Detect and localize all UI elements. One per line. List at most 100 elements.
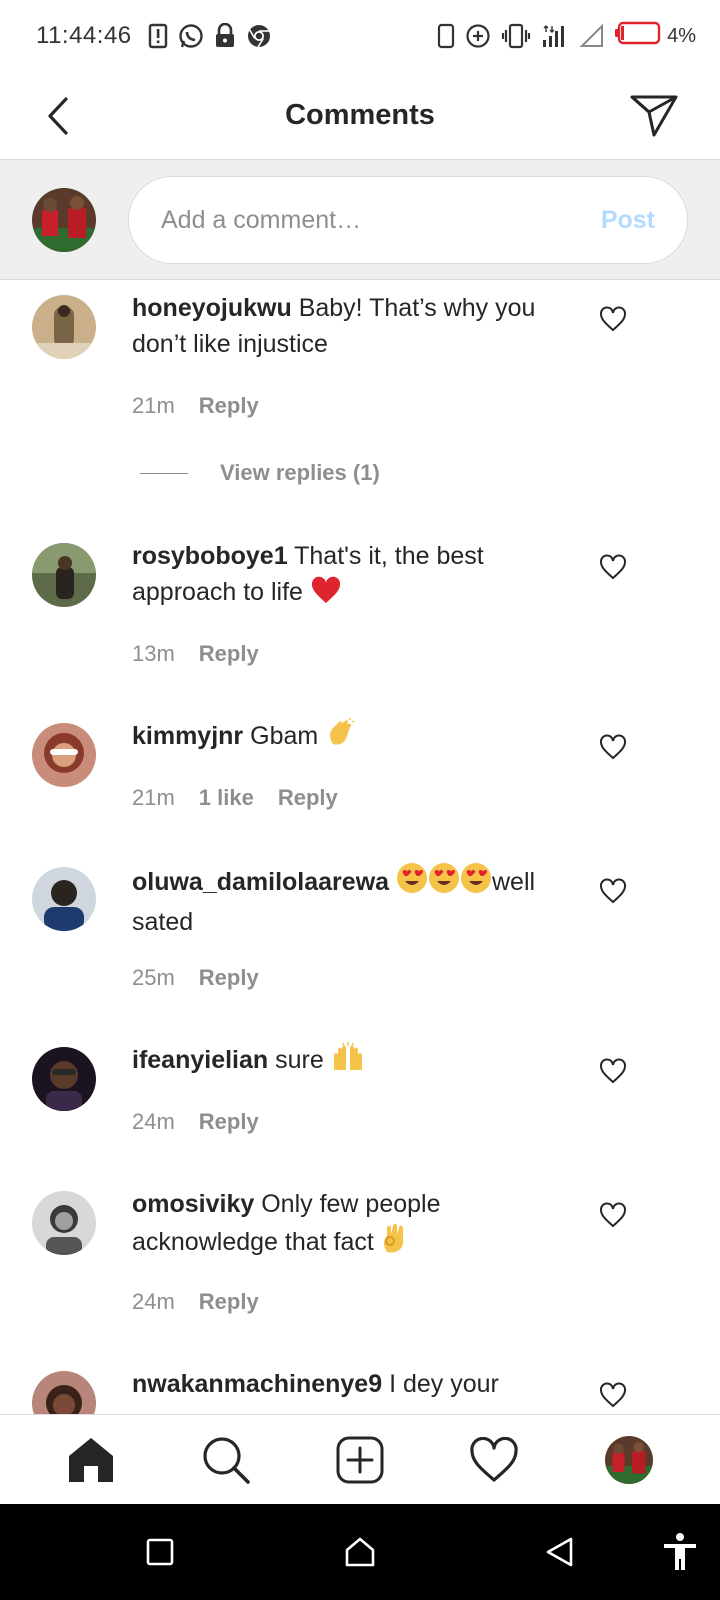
heart-outline-icon (600, 306, 626, 332)
search-icon (202, 1436, 250, 1484)
comment-text: oluwa_damilolaarewa well sated (132, 862, 582, 940)
nav-profile[interactable] (599, 1430, 659, 1490)
like-comment-button[interactable] (598, 1201, 628, 1229)
data-saver-icon (465, 23, 491, 49)
comment-meta: 13m Reply (132, 641, 259, 667)
comment-time: 21m (132, 393, 175, 418)
comment-likes-count[interactable]: 1 like (199, 785, 254, 811)
comment-time: 25m (132, 965, 175, 990)
avatar[interactable] (32, 1191, 96, 1255)
comments-list[interactable]: honeyojukwu Baby! That’s why you don’t l… (0, 281, 720, 1414)
comment-username[interactable]: rosyboboye1 (132, 542, 288, 570)
comment-username[interactable]: kimmyjnr (132, 722, 243, 750)
accessibility-button[interactable] (656, 1528, 704, 1576)
comment-text: rosyboboye1 That's it, the best approach… (132, 538, 582, 614)
comment-text: nwakanmachinenye9 I dey your (132, 1366, 582, 1402)
comment-username[interactable]: oluwa_damilolaarewa (132, 868, 389, 896)
system-back-button[interactable] (536, 1528, 584, 1576)
reply-button[interactable]: Reply (199, 1109, 259, 1135)
reply-button[interactable]: Reply (199, 965, 259, 991)
add-post-icon (336, 1436, 384, 1483)
home-icon (345, 1537, 375, 1567)
heart-eyes-emojis (396, 863, 492, 896)
bottom-navigation (0, 1414, 720, 1504)
alert-icon (148, 23, 168, 49)
signal-empty-icon (579, 23, 605, 49)
paper-plane-icon (630, 95, 678, 137)
comment-time: 24m (132, 1289, 175, 1314)
system-home-button[interactable] (336, 1528, 384, 1576)
battery-percent: 4% (667, 24, 696, 47)
like-comment-button[interactable] (598, 1381, 628, 1409)
heart-outline-icon (600, 1202, 626, 1228)
comment-username[interactable]: honeyojukwu (132, 294, 292, 322)
comment-input-box[interactable]: Post (128, 176, 688, 264)
comment-time: 13m (132, 641, 175, 666)
comment-time: 21m (132, 785, 175, 810)
vibrate-icon (501, 23, 531, 49)
comment-meta: 24m Reply (132, 1109, 259, 1135)
post-button[interactable]: Post (601, 206, 655, 235)
signal-icon (541, 23, 569, 49)
avatar[interactable] (32, 543, 96, 607)
reply-button[interactable]: Reply (199, 1289, 259, 1315)
system-navigation-bar (0, 1504, 720, 1600)
comment-username[interactable]: ifeanyielian (132, 1046, 268, 1074)
whatsapp-icon (178, 23, 204, 49)
nav-activity[interactable] (464, 1430, 524, 1490)
comment-text: honeyojukwu Baby! That’s why you don’t l… (132, 290, 582, 362)
activity-heart-icon (470, 1436, 518, 1482)
avatar[interactable] (32, 867, 96, 931)
back-arrow-icon (48, 97, 68, 135)
like-comment-button[interactable] (598, 1057, 628, 1085)
heart-outline-icon (600, 878, 626, 904)
profile-avatar (604, 1435, 653, 1484)
battery-indicator: 4% (615, 21, 696, 51)
comment-username[interactable]: nwakanmachinenye9 (132, 1370, 382, 1398)
lock-icon (214, 23, 236, 49)
accessibility-icon (664, 1533, 696, 1570)
view-replies-button[interactable]: View replies (1) (140, 460, 380, 486)
comment-content: I dey your (389, 1370, 499, 1398)
nav-new-post[interactable] (330, 1430, 390, 1490)
comment-content: Gbam (250, 722, 326, 750)
comment-username[interactable]: omosiviky (132, 1190, 254, 1218)
comments-header: Comments (0, 72, 720, 160)
comment-meta: 25m Reply (132, 965, 259, 991)
direct-share-button[interactable] (628, 90, 680, 142)
battery-icon (615, 21, 661, 51)
comment-text: kimmyjnr Gbam (132, 717, 582, 758)
red-heart-emoji (310, 576, 342, 614)
recents-button[interactable] (136, 1528, 184, 1576)
back-icon (546, 1537, 573, 1567)
chrome-icon (246, 23, 272, 49)
status-time: 11:44:46 (36, 22, 132, 49)
back-button[interactable] (36, 92, 80, 140)
avatar[interactable] (32, 1371, 96, 1414)
heart-outline-icon (600, 1382, 626, 1408)
recents-icon (146, 1538, 174, 1566)
heart-outline-icon (600, 734, 626, 760)
ok-hand-emoji (381, 1222, 407, 1264)
like-comment-button[interactable] (598, 877, 628, 905)
nav-home[interactable] (61, 1430, 121, 1490)
comment-meta: 21m 1 like Reply (132, 785, 338, 811)
reply-button[interactable]: Reply (278, 785, 338, 811)
status-bar: 11:44:46 4% (0, 0, 720, 72)
comment-input[interactable] (161, 205, 601, 235)
like-comment-button[interactable] (598, 553, 628, 581)
view-replies-label: View replies (1) (220, 460, 380, 485)
avatar[interactable] (32, 1047, 96, 1111)
like-comment-button[interactable] (598, 733, 628, 761)
reply-button[interactable]: Reply (199, 393, 259, 419)
like-comment-button[interactable] (598, 305, 628, 333)
avatar[interactable] (32, 723, 96, 787)
reply-button[interactable]: Reply (199, 641, 259, 667)
heart-outline-icon (600, 1058, 626, 1084)
comment-text: omosiviky Only few people acknowledge th… (132, 1186, 582, 1264)
nav-search[interactable] (196, 1430, 256, 1490)
phone-icon (437, 23, 455, 49)
avatar[interactable] (32, 295, 96, 359)
clapping-hands-emoji (325, 717, 355, 758)
comment-meta: 24m Reply (132, 1289, 259, 1315)
